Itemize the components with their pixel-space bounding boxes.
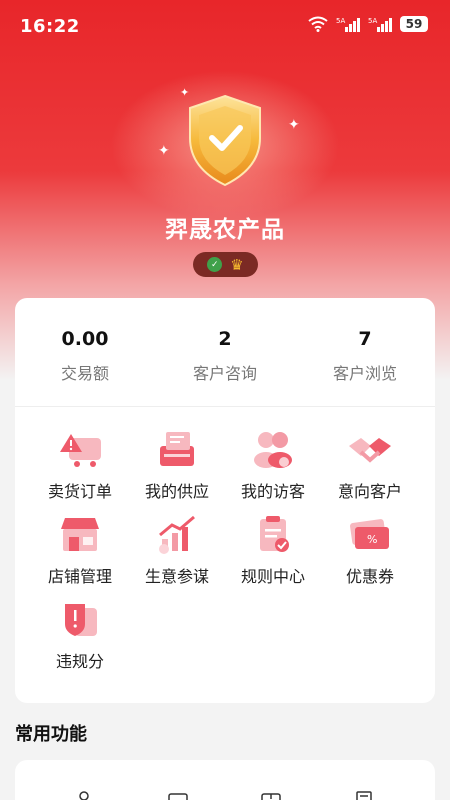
- certified-badge-icon: ✓: [207, 257, 223, 272]
- common-functions-title: 常用功能: [15, 724, 87, 745]
- stat-customer-views[interactable]: 7 客户浏览: [295, 298, 435, 406]
- stat-customer-inquiries[interactable]: 2 客户咨询: [155, 298, 295, 406]
- grid-item-my-supply[interactable]: 我的供应: [127, 428, 227, 502]
- verified-shield-icon: [189, 94, 261, 187]
- status-time: 16:22: [20, 16, 80, 37]
- grid-item-store-management[interactable]: 店铺管理: [30, 513, 130, 587]
- grid-item-violation-score[interactable]: 违规分: [30, 598, 130, 672]
- grid-label: 意向客户: [337, 482, 402, 501]
- grid-item-business-analytics[interactable]: 生意参谋: [127, 513, 227, 587]
- grid-label: 违规分: [55, 652, 104, 671]
- stats-row: 0.00 交易额 2 客户咨询 7 客户浏览: [15, 298, 435, 406]
- my-supply-icon: [160, 432, 194, 466]
- user-icon[interactable]: [73, 790, 95, 800]
- store-management-icon: [61, 518, 99, 551]
- intended-customers-icon: [349, 438, 391, 463]
- divider: [15, 406, 435, 407]
- sparkle-icon: ✦: [288, 117, 300, 133]
- grid-label: 生意参谋: [144, 567, 209, 586]
- grid-label: 规则中心: [240, 567, 305, 586]
- rules-center-icon: [260, 516, 289, 552]
- crown-icon: ♛: [230, 255, 244, 274]
- shop-badges[interactable]: ✓ ♛: [193, 252, 258, 277]
- grid-item-intended-customers[interactable]: 意向客户: [320, 428, 420, 502]
- signal-icon-2: 5A: [368, 17, 392, 32]
- coupon-icon: %: [350, 519, 389, 549]
- common-functions-card: [15, 760, 435, 800]
- stat-value: 2: [218, 328, 232, 350]
- battery-icon: 59: [400, 16, 428, 32]
- shop-dashboard-card: 0.00 交易额 2 客户咨询 7 客户浏览 卖货订单 我的供应 我的访客 意向…: [15, 298, 435, 703]
- grid-item-rules-center[interactable]: 规则中心: [223, 513, 323, 587]
- stat-transaction-amount[interactable]: 0.00 交易额: [15, 298, 155, 406]
- document-icon[interactable]: [353, 790, 375, 800]
- sell-order-icon: [60, 434, 101, 467]
- shop-name: 羿晟农产品: [165, 217, 285, 243]
- business-analytics-icon: [159, 515, 195, 554]
- stat-value: 7: [358, 328, 372, 350]
- grid-item-my-visitors[interactable]: 我的访客: [223, 428, 323, 502]
- svg-text:%: %: [367, 533, 377, 546]
- grid-label: 卖货订单: [47, 482, 112, 501]
- grid-label: 我的访客: [240, 482, 305, 501]
- wifi-icon: [308, 16, 328, 32]
- sparkle-icon: ✦: [158, 143, 170, 159]
- my-visitors-icon: [254, 432, 292, 468]
- image-icon[interactable]: [167, 790, 189, 800]
- stat-label: 交易额: [60, 364, 109, 383]
- stat-label: 客户浏览: [332, 364, 397, 383]
- svg-text:5A: 5A: [336, 17, 345, 25]
- signal-icon: 5A: [336, 17, 360, 32]
- violation-score-icon: [65, 604, 97, 636]
- status-icons: 5A 5A 59: [308, 16, 428, 32]
- status-bar: 16:22 5A 5A 59: [0, 0, 450, 56]
- stat-value: 0.00: [61, 328, 109, 350]
- download-icon[interactable]: [260, 790, 282, 800]
- grid-item-coupons[interactable]: % 优惠券: [320, 513, 420, 587]
- stat-label: 客户咨询: [192, 364, 257, 383]
- svg-text:5A: 5A: [368, 17, 377, 25]
- grid-label: 我的供应: [144, 482, 209, 501]
- grid-label: 店铺管理: [47, 567, 112, 586]
- grid-label: 优惠券: [345, 567, 394, 586]
- grid-item-sell-orders[interactable]: 卖货订单: [30, 428, 130, 502]
